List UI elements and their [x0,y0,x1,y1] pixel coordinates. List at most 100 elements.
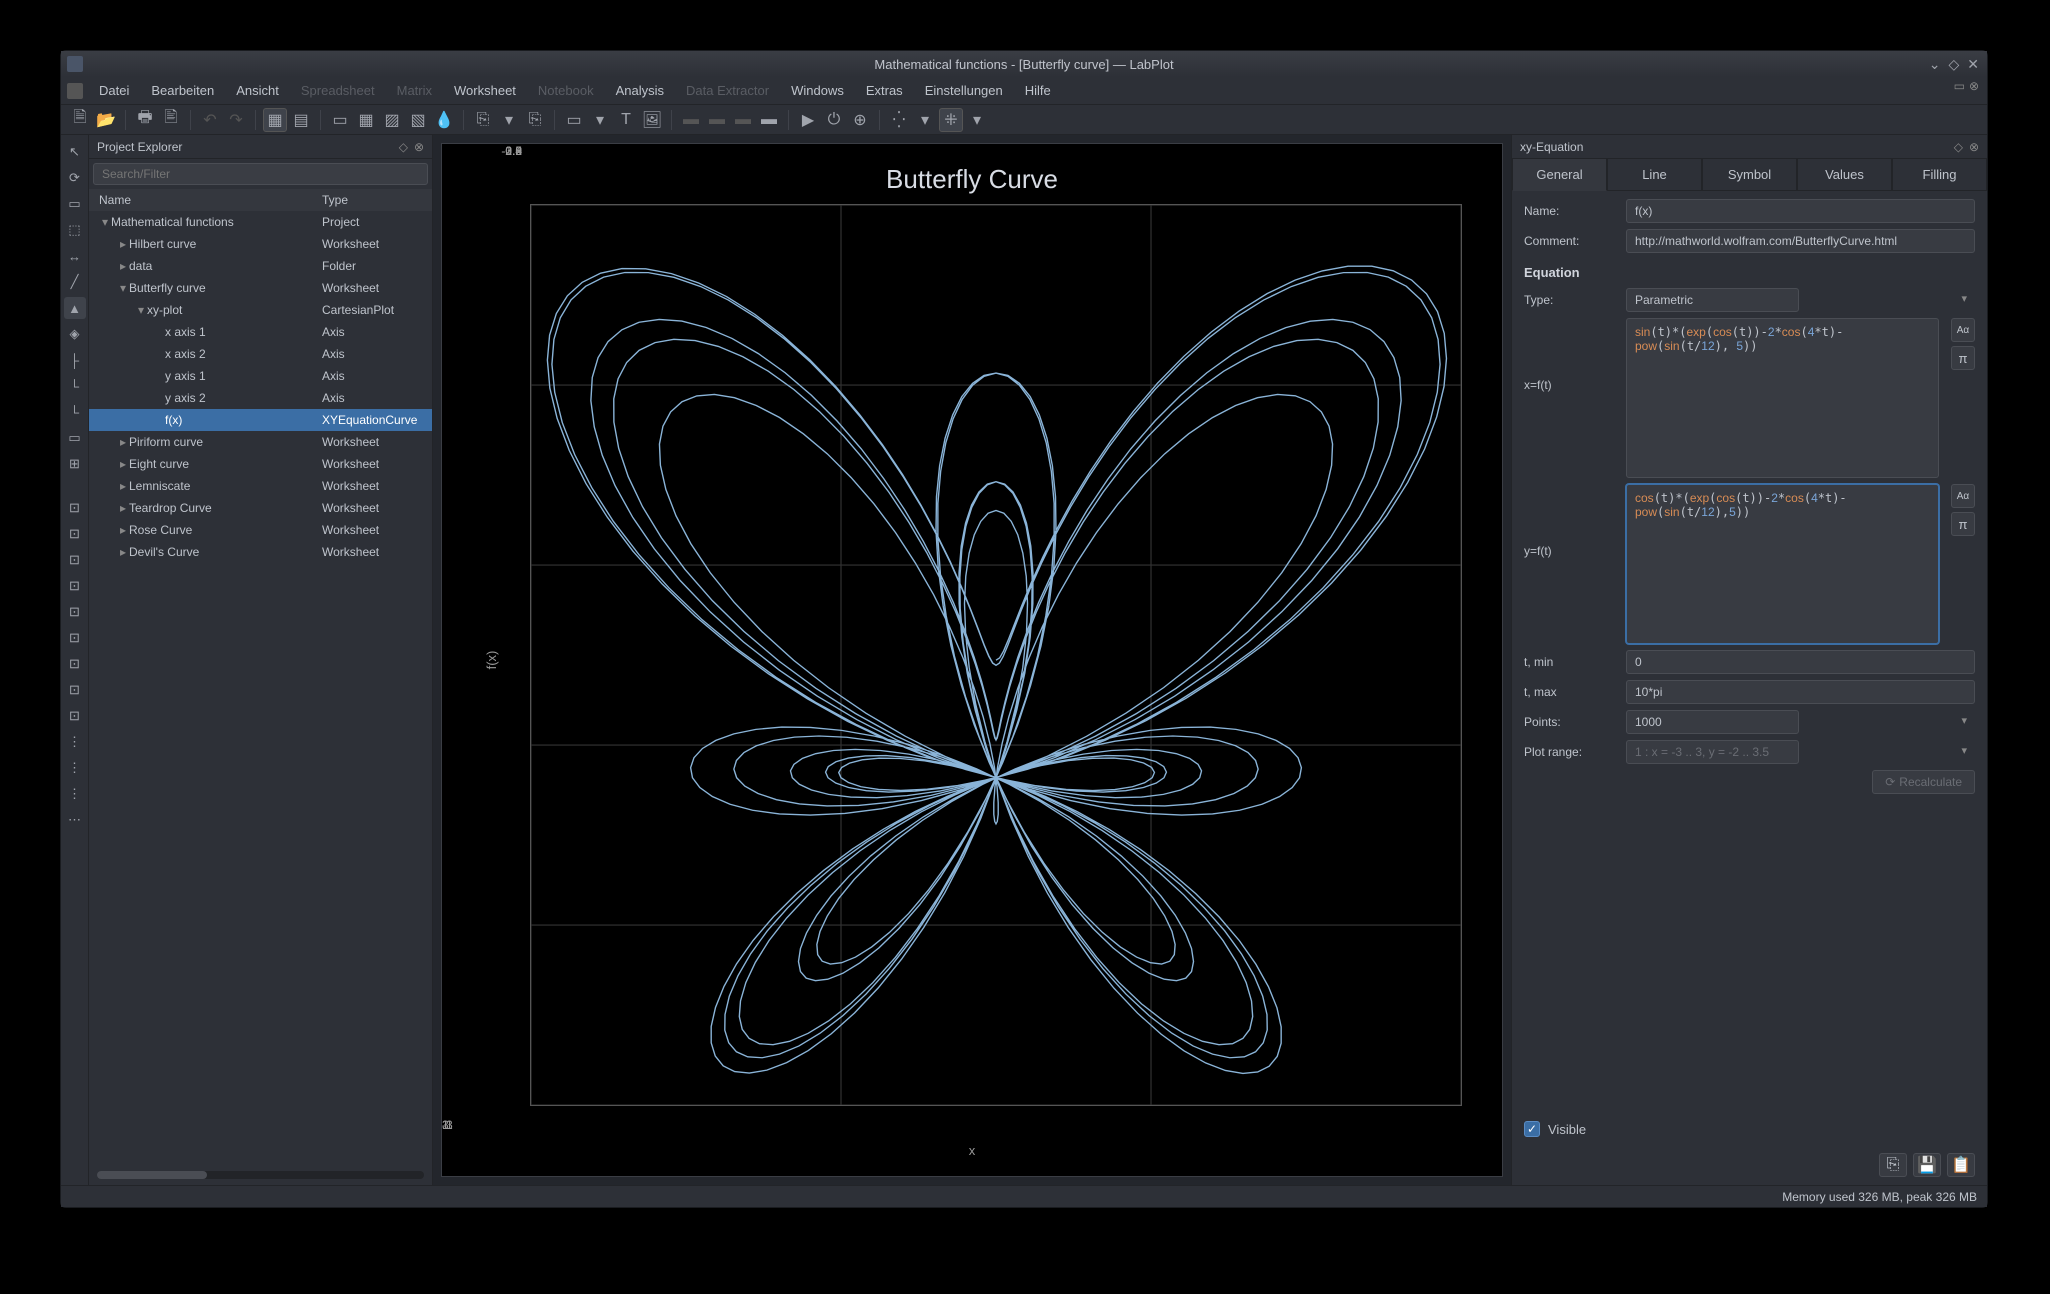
menu-bearbeiten[interactable]: Bearbeiten [141,79,224,102]
align1-icon[interactable]: ▬ [679,108,703,132]
play-icon[interactable]: ▶ [796,108,820,132]
target-icon[interactable]: ⊕ [848,108,872,132]
print-icon[interactable]: 🖶 [133,108,157,132]
menu-worksheet[interactable]: Worksheet [444,79,526,102]
plotrange-select[interactable] [1626,740,1799,764]
align3-icon[interactable]: ▬ [731,108,755,132]
tree-row[interactable]: ▸ Devil's CurveWorksheet [89,541,432,563]
x-expr-field[interactable]: sin(t)*(exp(cos(t))-2*cos(4*t)-pow(sin(t… [1626,318,1939,478]
tree-row[interactable]: ▸ Hilbert curveWorksheet [89,233,432,255]
tree-row[interactable]: ▸ LemniscateWorksheet [89,475,432,497]
tab-filling[interactable]: Filling [1892,159,1987,191]
grid1-icon[interactable]: ▦ [263,108,287,132]
save-template-icon[interactable]: 💾 [1913,1153,1941,1177]
lt2-icon[interactable]: ⊡ [64,523,86,545]
insert-plot-icon[interactable]: ▭ [328,108,352,132]
hruler-icon[interactable]: ↔ [64,245,86,267]
menu-ansicht[interactable]: Ansicht [226,79,289,102]
tmin-field[interactable] [1626,650,1975,674]
cursor1-icon[interactable]: ⁛ [887,108,911,132]
curve-active-icon[interactable]: ▲ [64,297,86,319]
menu-datei[interactable]: Datei [89,79,139,102]
load-template-icon[interactable]: ⎘ [1879,1153,1907,1177]
tree-row[interactable]: x axis 1Axis [89,321,432,343]
lt9-icon[interactable]: ⊡ [64,705,86,727]
type-select[interactable] [1626,288,1799,312]
cursor2-dd-icon[interactable]: ▾ [965,108,989,132]
haxis-icon[interactable]: └ [64,375,86,397]
tree-row[interactable]: ▾ Butterfly curveWorksheet [89,277,432,299]
menu-einstellungen[interactable]: Einstellungen [915,79,1013,102]
open-icon[interactable]: 📂 [94,108,118,132]
minimize-icon[interactable]: ⌄ [1929,56,1941,73]
menu-hilfe[interactable]: Hilfe [1015,79,1061,102]
tree-scrollbar[interactable] [97,1171,424,1179]
text-icon[interactable]: T [614,108,638,132]
align4-icon[interactable]: ▬ [757,108,781,132]
y-pi-icon[interactable]: π [1951,512,1975,536]
tree-row[interactable]: ▸ Eight curveWorksheet [89,453,432,475]
add-dropdown-icon[interactable]: ▾ [497,108,521,132]
add1-icon[interactable]: ⎘ [471,108,495,132]
recalculate-button[interactable]: ⟳ Recalculate [1872,770,1975,794]
points-field[interactable] [1626,710,1799,734]
lt7-icon[interactable]: ⊡ [64,653,86,675]
lt6-icon[interactable]: ⊡ [64,627,86,649]
tree-row[interactable]: y axis 2Axis [89,387,432,409]
color-icon[interactable]: 💧 [432,108,456,132]
lt12-icon[interactable]: ⋮ [64,783,86,805]
x-pi-icon[interactable]: π [1951,346,1975,370]
panel-collapse-icon[interactable]: ⊗ [1969,79,1979,93]
align2-icon[interactable]: ▬ [705,108,729,132]
export-icon[interactable]: 🖹 [159,108,183,132]
y-constants-icon[interactable]: Aα [1951,484,1975,508]
tree-row[interactable]: ▾ xy-plotCartesianPlot [89,299,432,321]
tree-row[interactable]: ▸ Piriform curveWorksheet [89,431,432,453]
corner-icon[interactable]: └ [64,401,86,423]
lt5-icon[interactable]: ⊡ [64,601,86,623]
col-type[interactable]: Type [314,193,432,207]
detach-icon[interactable]: ◇ [399,140,408,154]
tab-symbol[interactable]: Symbol [1702,159,1797,191]
copy-template-icon[interactable]: 📋 [1947,1153,1975,1177]
select-rect-icon[interactable]: ▭ [64,193,86,215]
menu-icon[interactable] [67,83,83,99]
detach-props-icon[interactable]: ◇ [1954,140,1963,154]
lt11-icon[interactable]: ⋮ [64,757,86,779]
search-input[interactable] [93,163,428,185]
tab-general[interactable]: General [1512,159,1607,191]
lt3-icon[interactable]: ⊡ [64,549,86,571]
lt1-icon[interactable]: ⊡ [64,497,86,519]
layout1-icon[interactable]: ▭ [562,108,586,132]
tree-row[interactable]: ▸ dataFolder [89,255,432,277]
image-icon[interactable]: 🖼 [640,108,664,132]
y-expr-field[interactable]: cos(t)*(exp(cos(t))-2*cos(4*t)-pow(sin(t… [1626,484,1939,644]
insert-table-icon[interactable]: ▦ [354,108,378,132]
tool-a-icon[interactable]: ◈ [64,323,86,345]
close-props-icon[interactable]: ⊗ [1969,140,1979,154]
name-field[interactable] [1626,199,1975,223]
new-icon[interactable]: 🗎 [68,108,92,132]
tab-values[interactable]: Values [1797,159,1892,191]
lt13-icon[interactable]: ⋯ [64,809,86,831]
redo-icon[interactable]: ↷ [224,108,248,132]
lt8-icon[interactable]: ⊡ [64,679,86,701]
tree-row[interactable]: y axis 1Axis [89,365,432,387]
maximize-icon[interactable]: ◇ [1948,56,1959,73]
tree-row[interactable]: ▸ Teardrop CurveWorksheet [89,497,432,519]
tree-row[interactable]: x axis 2Axis [89,343,432,365]
pointer-icon[interactable]: ↖ [64,141,86,163]
grid-icon[interactable]: ⊞ [64,453,86,475]
menu-windows[interactable]: Windows [781,79,854,102]
menu-analysis[interactable]: Analysis [606,79,674,102]
undo-icon[interactable]: ↶ [198,108,222,132]
insert-graph-icon[interactable]: ▨ [380,108,404,132]
title-bar[interactable]: Mathematical functions - [Butterfly curv… [61,51,1987,77]
comment-field[interactable] [1626,229,1975,253]
cursor1-dd-icon[interactable]: ▾ [913,108,937,132]
grid2-icon[interactable]: ▤ [289,108,313,132]
tmax-field[interactable] [1626,680,1975,704]
tree-row[interactable]: ▾ Mathematical functionsProject [89,211,432,233]
tree-row[interactable]: f(x)XYEquationCurve [89,409,432,431]
select-icon[interactable]: ⬚ [64,219,86,241]
